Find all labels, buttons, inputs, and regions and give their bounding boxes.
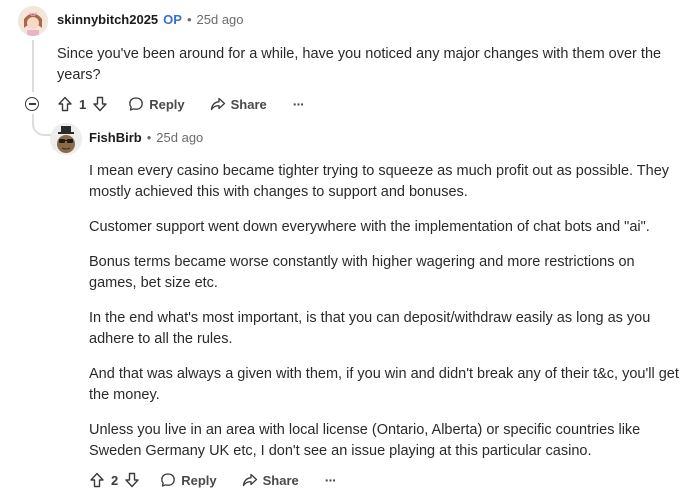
thread-curve [32,114,52,136]
avatar[interactable] [50,123,82,155]
comment-body: Since you've been around for a while, ha… [57,44,667,86]
comment-paragraph: I mean every casino became tighter tryin… [89,163,670,200]
reply-label: Reply [149,96,185,112]
reply-label: Reply [181,472,217,488]
more-label: ··· [324,472,337,488]
comment-actions: 2 Reply Share ··· [89,470,337,490]
username[interactable]: skinnybitch2025 [57,12,158,27]
share-icon [242,473,257,487]
minus-icon [28,103,36,105]
avatar[interactable] [18,6,48,36]
timestamp[interactable]: 25d ago [156,130,203,145]
comment-header: FishBirb • 25d ago [89,130,203,145]
separator: • [186,12,192,27]
comment-paragraph: Bonus terms became worse constantly with… [89,254,635,291]
downvote-icon [93,96,107,112]
downvote-icon [125,472,139,488]
comment-header: skinnybitch2025 OP • 25d ago [57,12,244,27]
op-badge: OP [163,12,182,27]
more-options-button[interactable]: ··· [324,472,337,488]
vote-score: 1 [79,96,87,112]
comment-paragraph: Customer support went down everywhere wi… [89,219,650,235]
comment-paragraph: Since you've been around for a while, ha… [57,46,662,83]
username[interactable]: FishBirb [89,130,142,145]
upvote-icon [90,472,104,488]
more-options-button[interactable]: ··· [292,96,305,112]
collapse-button[interactable] [25,97,39,111]
comment-paragraph: And that was always a given with them, i… [89,366,679,403]
share-label: Share [262,472,299,488]
timestamp[interactable]: 25d ago [197,12,244,27]
upvote-button[interactable] [89,472,105,488]
share-label: Share [230,96,267,112]
share-button[interactable]: Share [210,96,267,112]
downvote-button[interactable] [92,96,108,112]
upvote-icon [58,96,72,112]
vote-score: 2 [111,472,119,488]
upvote-button[interactable] [57,96,73,112]
share-button[interactable]: Share [242,472,299,488]
comment-paragraph: In the end what's most important, is tha… [89,310,651,347]
reply-button[interactable]: Reply [160,472,217,488]
comment-paragraph: Unless you live in an area with local li… [89,422,641,459]
thread-line [32,40,34,92]
comment-icon [161,473,176,487]
share-icon [210,97,225,111]
comment-actions: 1 Reply Share ··· [57,94,305,114]
comment-body: I mean every casino became tighter tryin… [89,161,679,462]
separator: • [146,130,152,145]
reply-button[interactable]: Reply [128,96,185,112]
comment-icon [129,97,144,111]
downvote-button[interactable] [124,472,140,488]
more-label: ··· [292,96,305,112]
